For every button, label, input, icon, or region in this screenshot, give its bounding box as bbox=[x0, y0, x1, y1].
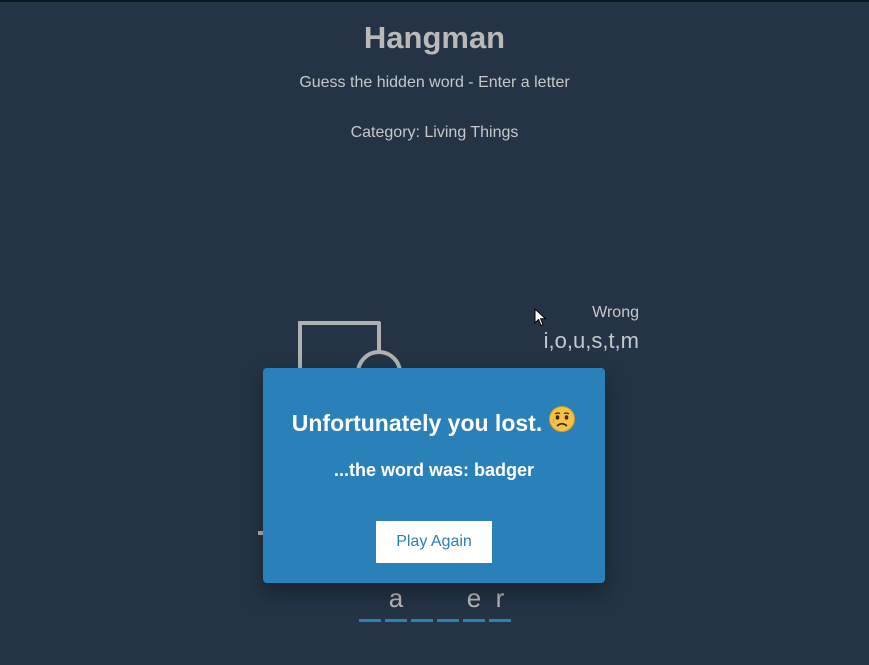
page-title: Hangman bbox=[363, 20, 506, 55]
letter-slot-char: r bbox=[495, 583, 505, 613]
word-reveal: ...the word was: badger bbox=[333, 460, 535, 480]
hidden-word: a e r bbox=[359, 583, 511, 622]
letter-slot bbox=[437, 584, 459, 622]
window-top-border bbox=[0, 0, 869, 2]
letter-slot: e bbox=[463, 583, 485, 622]
letter-slot-char: a bbox=[388, 583, 404, 613]
lost-message: Unfortunately you lost. bbox=[291, 410, 543, 436]
play-again-button[interactable]: Play Again bbox=[376, 521, 492, 563]
letter-slot: a bbox=[385, 583, 407, 622]
mouse-pointer-icon bbox=[534, 308, 547, 327]
game-over-popup: Unfortunately you lost. ...the word was:… bbox=[263, 368, 605, 583]
wrong-letters-list: i,o,u,s,t,m bbox=[543, 328, 639, 353]
letter-slot bbox=[359, 584, 381, 622]
sad-face-with-sweat-emoji bbox=[548, 405, 576, 439]
popup-message-row: Unfortunately you lost. bbox=[263, 405, 605, 439]
wrong-letters-label: Wrong bbox=[592, 304, 639, 321]
instructions-text: Guess the hidden word - Enter a letter bbox=[299, 74, 570, 91]
letter-slot-char: e bbox=[466, 583, 482, 613]
letter-slot bbox=[411, 584, 433, 622]
category-label: Category: Living Things bbox=[350, 124, 519, 141]
letter-slot: r bbox=[489, 583, 511, 622]
